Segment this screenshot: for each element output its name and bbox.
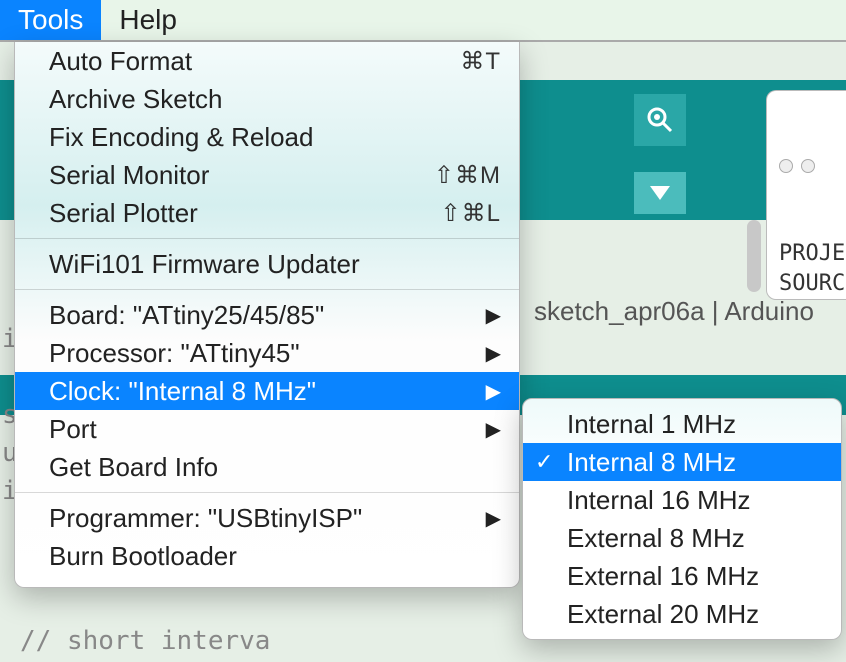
clock-option-internal-16mhz[interactable]: Internal 16 MHz <box>523 481 841 519</box>
menu-item-label: Serial Monitor <box>49 160 434 191</box>
tab-menu-button[interactable] <box>634 172 686 214</box>
menu-item-label: Port <box>49 414 501 445</box>
code-comment-line: // short interva <box>20 626 270 656</box>
menu-separator <box>15 492 519 493</box>
menu-item-shortcut: ⌘T <box>460 47 501 76</box>
clock-option-internal-8mhz[interactable]: ✓ Internal 8 MHz <box>523 443 841 481</box>
triangle-down-icon <box>650 186 670 200</box>
menu-item-label: Board: "ATtiny25/45/85" <box>49 300 501 331</box>
submenu-item-label: Internal 16 MHz <box>567 485 751 516</box>
submenu-arrow-icon: ▶ <box>486 303 501 328</box>
menu-item-serial-plotter[interactable]: Serial Plotter ⇧⌘L <box>15 194 519 232</box>
menubar: Tools Help <box>0 0 846 42</box>
menubar-item-tools[interactable]: Tools <box>0 0 101 40</box>
clock-option-external-16mhz[interactable]: External 16 MHz <box>523 557 841 595</box>
submenu-item-label: External 16 MHz <box>567 561 759 592</box>
close-dot-icon[interactable] <box>779 159 793 173</box>
clock-submenu: Internal 1 MHz ✓ Internal 8 MHz Internal… <box>522 398 842 640</box>
menu-item-label: WiFi101 Firmware Updater <box>49 249 501 280</box>
menu-item-archive-sketch[interactable]: Archive Sketch <box>15 80 519 118</box>
serial-monitor-toolbar-button[interactable] <box>634 94 686 146</box>
submenu-item-label: Internal 1 MHz <box>567 409 736 440</box>
menu-item-get-board-info[interactable]: Get Board Info <box>15 448 519 486</box>
submenu-arrow-icon: ▶ <box>486 417 501 442</box>
menu-item-port[interactable]: Port ▶ <box>15 410 519 448</box>
submenu-item-label: External 20 MHz <box>567 599 759 630</box>
clock-option-internal-1mhz[interactable]: Internal 1 MHz <box>523 405 841 443</box>
menu-separator <box>15 238 519 239</box>
tools-menu: Auto Format ⌘T Archive Sketch Fix Encodi… <box>14 42 520 588</box>
menu-item-label: Programmer: "USBtinyISP" <box>49 503 501 534</box>
submenu-arrow-icon: ▶ <box>486 341 501 366</box>
window-title: sketch_apr06a | Arduino <box>534 296 814 327</box>
menu-item-processor[interactable]: Processor: "ATtiny45" ▶ <box>15 334 519 372</box>
scrollbar-thumb[interactable] <box>747 220 761 292</box>
menu-item-label: Archive Sketch <box>49 84 501 115</box>
menu-item-board[interactable]: Board: "ATtiny25/45/85" ▶ <box>15 296 519 334</box>
menu-item-clock[interactable]: Clock: "Internal 8 MHz" ▶ <box>15 372 519 410</box>
checkmark-icon: ✓ <box>535 449 553 475</box>
clock-option-external-20mhz[interactable]: External 20 MHz <box>523 595 841 633</box>
menu-item-programmer[interactable]: Programmer: "USBtinyISP" ▶ <box>15 499 519 537</box>
traffic-lights[interactable] <box>779 159 846 173</box>
secondary-window-text: PROJE SOURC MMCU= F_CPU CFLAG <box>779 239 846 300</box>
menu-separator <box>15 289 519 290</box>
submenu-arrow-icon: ▶ <box>486 506 501 531</box>
menu-item-serial-monitor[interactable]: Serial Monitor ⇧⌘M <box>15 156 519 194</box>
menu-item-label: Fix Encoding & Reload <box>49 122 501 153</box>
clock-option-external-8mhz[interactable]: External 8 MHz <box>523 519 841 557</box>
menu-item-label: Serial Plotter <box>49 198 441 229</box>
menu-item-label: Processor: "ATtiny45" <box>49 338 501 369</box>
menu-item-label: Auto Format <box>49 46 460 77</box>
menu-item-burn-bootloader[interactable]: Burn Bootloader <box>15 537 519 575</box>
submenu-item-label: External 8 MHz <box>567 523 745 554</box>
secondary-window: PROJE SOURC MMCU= F_CPU CFLAG <box>766 90 846 300</box>
menu-item-label: Clock: "Internal 8 MHz" <box>49 376 501 407</box>
menu-item-shortcut: ⇧⌘L <box>441 199 501 228</box>
menubar-item-help[interactable]: Help <box>101 0 195 40</box>
menu-item-wifi101[interactable]: WiFi101 Firmware Updater <box>15 245 519 283</box>
menu-item-fix-encoding[interactable]: Fix Encoding & Reload <box>15 118 519 156</box>
magnifier-icon <box>645 105 675 135</box>
submenu-item-label: Internal 8 MHz <box>567 447 736 478</box>
menu-item-label: Get Board Info <box>49 452 501 483</box>
menu-item-auto-format[interactable]: Auto Format ⌘T <box>15 42 519 80</box>
menu-item-label: Burn Bootloader <box>49 541 501 572</box>
menu-item-shortcut: ⇧⌘M <box>434 161 501 190</box>
submenu-arrow-icon: ▶ <box>486 379 501 404</box>
minimize-dot-icon[interactable] <box>801 159 815 173</box>
